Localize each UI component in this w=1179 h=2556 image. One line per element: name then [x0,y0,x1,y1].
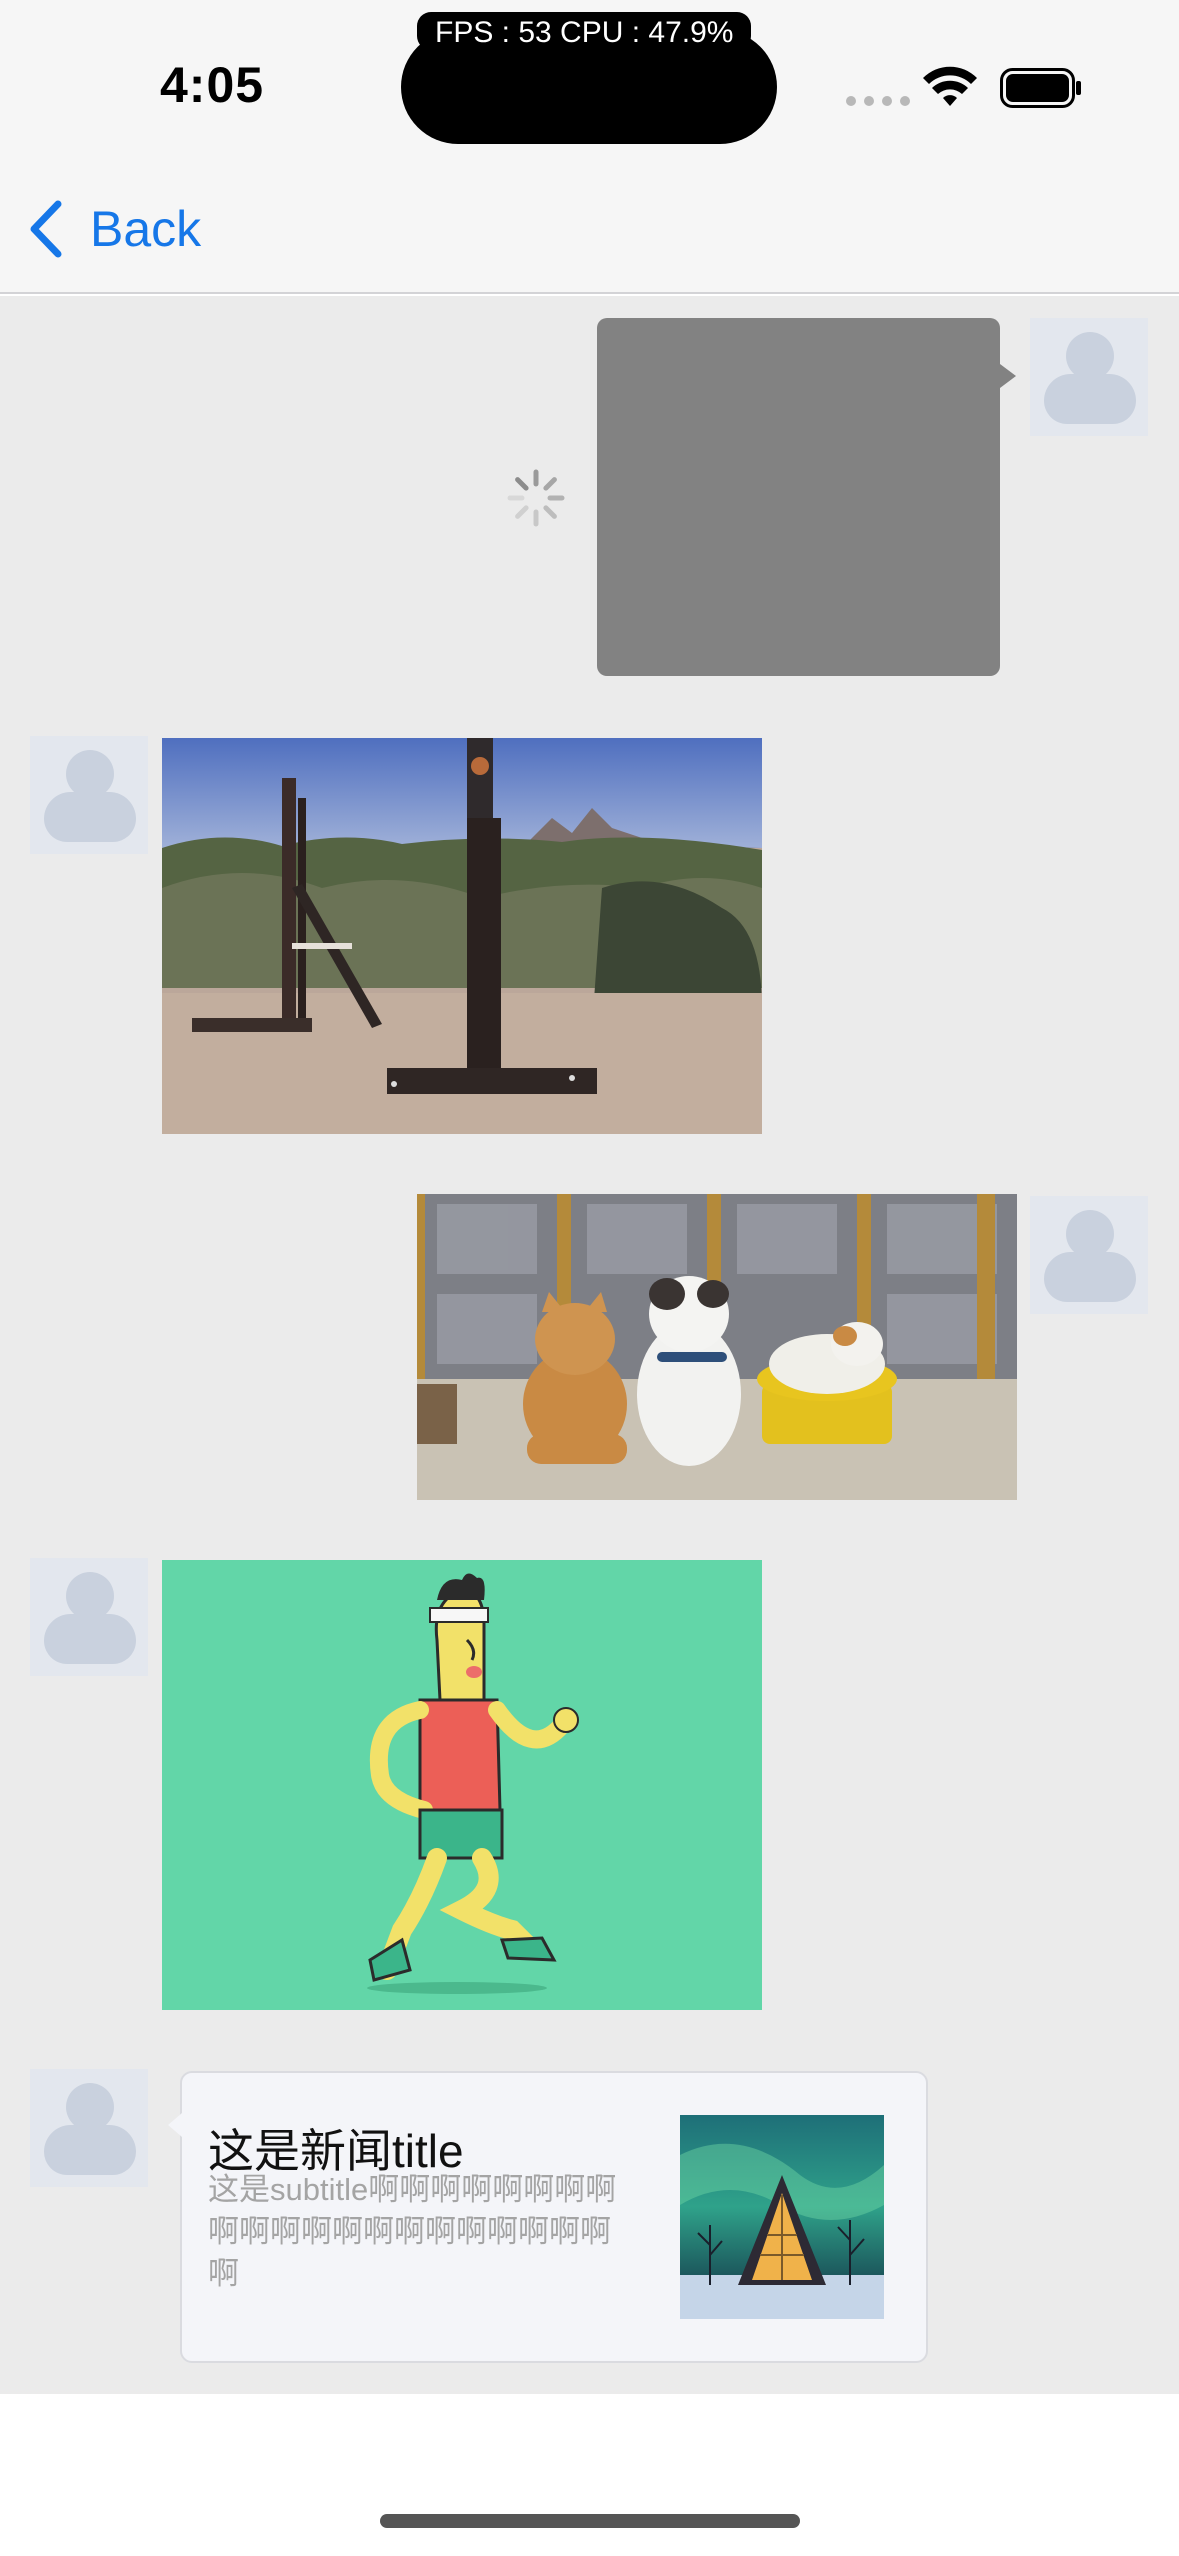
running-cartoon-image[interactable] [162,1560,762,2010]
back-button[interactable]: Back [26,200,201,258]
back-label: Back [90,201,202,257]
avatar[interactable] [1030,1196,1148,1314]
wifi-icon [923,66,977,106]
fps-monitor: FPS : 53 CPU : 47.9% [417,12,752,50]
news-thumbnail [680,2115,884,2319]
chat-message-list[interactable]: 这是新闻title 这是subtitle啊啊啊啊啊啊啊啊啊啊啊啊啊啊啊啊啊啊啊啊… [0,296,1179,2394]
chevron-left-icon [30,200,62,258]
screen: 4:05 FPS : 53 CPU : 47.9% Back 这是新闻title… [0,0,1179,2556]
navigation-bar: Back [0,160,1179,294]
running-man-graphic [162,1560,762,2010]
desert-scene-graphic [162,738,762,1134]
bottom-safe-area [0,2394,1179,2556]
loading-image-bubble[interactable] [597,318,1016,676]
news-subtitle: 这是subtitle啊啊啊啊啊啊啊啊啊啊啊啊啊啊啊啊啊啊啊啊啊啊 [208,2172,617,2291]
status-bar: 4:05 FPS : 53 CPU : 47.9% [0,0,1179,160]
cats-image[interactable] [417,1194,1017,1500]
aurora-cabin-graphic [680,2115,884,2319]
news-card[interactable]: 这是新闻title 这是subtitle啊啊啊啊啊啊啊啊啊啊啊啊啊啊啊啊啊啊啊啊… [168,2071,928,2363]
battery-icon [1000,68,1081,108]
desert-test-image[interactable] [162,738,762,1134]
loading-spinner-icon [507,469,565,527]
avatar[interactable] [30,1558,148,1676]
cats-scene-graphic [417,1194,1017,1500]
home-indicator[interactable] [380,2514,800,2528]
status-time: 4:05 [160,57,265,113]
avatar[interactable] [30,736,148,854]
avatar[interactable] [1030,318,1148,436]
cellular-signal-icon [846,96,910,106]
avatar[interactable] [30,2069,148,2187]
